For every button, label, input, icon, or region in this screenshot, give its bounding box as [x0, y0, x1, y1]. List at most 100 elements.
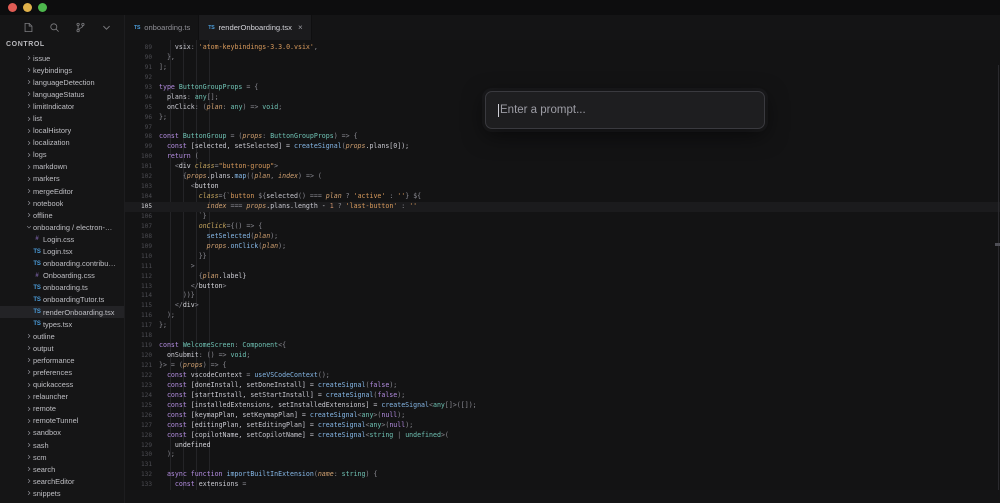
code-line[interactable]: 131 — [125, 460, 1000, 470]
code-line[interactable]: 119const WelcomeScreen: Component<{ — [125, 341, 1000, 351]
chevron-right-icon[interactable] — [24, 394, 33, 400]
code-line[interactable]: 123 const [doneInstall, setDoneInstall] … — [125, 381, 1000, 391]
code-line[interactable]: 92 — [125, 73, 1000, 83]
chevron-right-icon[interactable] — [24, 103, 33, 109]
tree-item-keybindings[interactable]: keybindings — [0, 64, 124, 76]
tree-item-login-tsx[interactable]: TSLogin.tsx — [0, 246, 124, 258]
tree-item-offline[interactable]: offline — [0, 209, 124, 221]
chevron-right-icon[interactable] — [24, 478, 33, 484]
tree-item-sandbox[interactable]: sandbox — [0, 427, 124, 439]
code-line[interactable]: 116 ); — [125, 311, 1000, 321]
tree-item-mergeeditor[interactable]: mergeEditor — [0, 185, 124, 197]
minimize-window-button[interactable] — [23, 3, 32, 12]
editor-scrollbar[interactable] — [995, 65, 1000, 490]
tree-item-search[interactable]: search — [0, 463, 124, 475]
tree-item-output[interactable]: output — [0, 342, 124, 354]
code-line[interactable]: 132 async function importBuiltInExtensio… — [125, 470, 1000, 480]
tree-item-quickaccess[interactable]: quickaccess — [0, 379, 124, 391]
tree-item-outline[interactable]: outline — [0, 330, 124, 342]
tree-item-markdown[interactable]: markdown — [0, 161, 124, 173]
tree-item-relauncher[interactable]: relauncher — [0, 391, 124, 403]
code-line[interactable]: 104 class={`button ${selected() === plan… — [125, 192, 1000, 202]
tree-item-scm[interactable]: scm — [0, 451, 124, 463]
tree-item-localhistory[interactable]: localHistory — [0, 125, 124, 137]
code-line[interactable]: 122 const vscodeContext = useVSCodeConte… — [125, 371, 1000, 381]
chevron-right-icon[interactable] — [24, 333, 33, 339]
chevron-right-icon[interactable] — [24, 490, 33, 496]
code-line[interactable]: 102 {props.plans.map((plan, index) => ( — [125, 172, 1000, 182]
code-line[interactable]: 90 }, — [125, 53, 1000, 63]
code-line[interactable]: 117}; — [125, 321, 1000, 331]
code-line[interactable]: 111 > — [125, 262, 1000, 272]
code-line[interactable]: 101 <div class="button-group"> — [125, 162, 1000, 172]
chevron-down-icon[interactable] — [24, 224, 33, 230]
code-line[interactable]: 108 setSelected(plan); — [125, 232, 1000, 242]
tree-item-searcheditor[interactable]: searchEditor — [0, 475, 124, 487]
chevron-right-icon[interactable] — [24, 369, 33, 375]
code-line[interactable]: 126 const [keymapPlan, setKeymapPlan] = … — [125, 411, 1000, 421]
code-line[interactable]: 89 vsix: 'atom-keybindings-3.3.0.vsix', — [125, 43, 1000, 53]
source-control-icon[interactable] — [74, 21, 87, 34]
chevron-right-icon[interactable] — [24, 67, 33, 73]
chevron-right-icon[interactable] — [24, 164, 33, 170]
code-line[interactable]: 113 </button> — [125, 282, 1000, 292]
tree-item-preferences[interactable]: preferences — [0, 366, 124, 378]
tree-item-onboarding-electron[interactable]: onboarding / electron-… — [0, 221, 124, 233]
code-line[interactable]: 99 const [selected, setSelected] = creat… — [125, 142, 1000, 152]
tree-item-onboarding-contribu[interactable]: TSonboarding.contribu… — [0, 258, 124, 270]
code-line[interactable]: 103 <button — [125, 182, 1000, 192]
tree-item-sash[interactable]: sash — [0, 439, 124, 451]
explorer-icon[interactable] — [22, 21, 35, 34]
chevron-right-icon[interactable] — [24, 454, 33, 460]
code-line[interactable]: 106 `} — [125, 212, 1000, 222]
code-line[interactable]: 133 const extensions = — [125, 480, 1000, 490]
code-line[interactable]: 125 const [installedExtensions, setInsta… — [125, 401, 1000, 411]
chevron-right-icon[interactable] — [24, 91, 33, 97]
tree-item-onboarding-css[interactable]: #Onboarding.css — [0, 270, 124, 282]
code-editor[interactable]: 89 vsix: 'atom-keybindings-3.3.0.vsix',9… — [125, 40, 1000, 490]
code-line[interactable]: 114 ))} — [125, 291, 1000, 301]
tree-item-remotetunnel[interactable]: remoteTunnel — [0, 415, 124, 427]
tab-onboarding-ts[interactable]: TSonboarding.ts — [125, 15, 199, 40]
editor-tab-bar[interactable]: TSonboarding.tsTSrenderOnboarding.tsx× — [125, 15, 1000, 40]
close-window-button[interactable] — [8, 3, 17, 12]
code-line[interactable]: 118 — [125, 331, 1000, 341]
chevron-right-icon[interactable] — [24, 406, 33, 412]
tree-item-list[interactable]: list — [0, 112, 124, 124]
chevron-right-icon[interactable] — [24, 176, 33, 182]
code-line[interactable]: 100 return ( — [125, 152, 1000, 162]
tree-item-performance[interactable]: performance — [0, 354, 124, 366]
tree-item-logs[interactable]: logs — [0, 149, 124, 161]
code-line[interactable]: 127 const [editingPlan, setEditingPlan] … — [125, 421, 1000, 431]
tree-item-types-tsx[interactable]: TStypes.tsx — [0, 318, 124, 330]
prompt-input-overlay[interactable]: Enter a prompt... — [485, 91, 765, 129]
tree-item-onboarding-ts[interactable]: TSonboarding.ts — [0, 282, 124, 294]
chevron-right-icon[interactable] — [24, 430, 33, 436]
maximize-window-button[interactable] — [38, 3, 47, 12]
chevron-right-icon[interactable] — [24, 140, 33, 146]
code-line[interactable]: 91]; — [125, 63, 1000, 73]
chevron-right-icon[interactable] — [24, 345, 33, 351]
tree-item-issue[interactable]: issue — [0, 52, 124, 64]
code-line[interactable]: 128 const [copilotName, setCopilotName] … — [125, 431, 1000, 441]
tree-item-notebook[interactable]: notebook — [0, 197, 124, 209]
code-line[interactable]: 109 props.onClick(plan); — [125, 242, 1000, 252]
code-line[interactable]: 107 onClick={() => { — [125, 222, 1000, 232]
code-line[interactable]: 120 onSubmit: () => void; — [125, 351, 1000, 361]
tree-item-renderonboarding-tsx[interactable]: TSrenderOnboarding.tsx — [0, 306, 124, 318]
code-line[interactable]: 98const ButtonGroup = (props: ButtonGrou… — [125, 132, 1000, 142]
chevron-right-icon[interactable] — [24, 442, 33, 448]
chevron-right-icon[interactable] — [24, 128, 33, 134]
close-tab-icon[interactable]: × — [298, 24, 303, 32]
tree-item-localization[interactable]: localization — [0, 137, 124, 149]
code-line[interactable]: 112 {plan.label} — [125, 272, 1000, 282]
code-line-active[interactable]: 105 index === props.plans.length - 1 ? '… — [125, 202, 1000, 212]
code-line[interactable]: 110 }} — [125, 252, 1000, 262]
chevron-right-icon[interactable] — [24, 188, 33, 194]
chevron-right-icon[interactable] — [24, 116, 33, 122]
chevron-right-icon[interactable] — [24, 55, 33, 61]
search-icon[interactable] — [48, 21, 61, 34]
code-line[interactable]: 129 undefined — [125, 441, 1000, 451]
tree-item-markers[interactable]: markers — [0, 173, 124, 185]
chevron-right-icon[interactable] — [24, 418, 33, 424]
